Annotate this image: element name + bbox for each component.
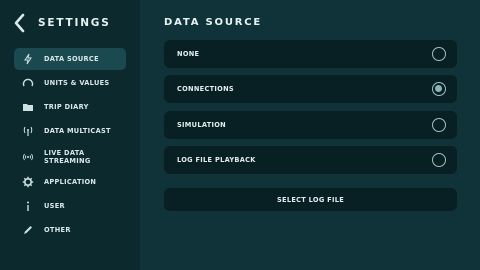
- radio-button[interactable]: [432, 118, 446, 132]
- page-title: DATA SOURCE: [164, 17, 263, 28]
- back-button[interactable]: [12, 12, 28, 34]
- sidebar-item-other[interactable]: OTHER: [14, 219, 126, 241]
- option-label: SIMULATION: [177, 121, 226, 129]
- sidebar-item-label: DATA SOURCE: [44, 55, 99, 63]
- gauge-icon: [22, 77, 34, 89]
- sidebar-item-label: TRIP DIARY: [44, 103, 89, 111]
- sidebar-item-data-source[interactable]: DATA SOURCE: [14, 48, 126, 70]
- streaming-icon: [22, 151, 34, 163]
- pencil-icon: [22, 224, 34, 236]
- sidebar-item-trip-diary[interactable]: TRIP DIARY: [14, 96, 126, 118]
- sidebar-item-user[interactable]: USER: [14, 195, 126, 217]
- radio-button-selected[interactable]: [432, 82, 446, 96]
- chevron-left-icon: [14, 13, 25, 33]
- sidebar-title: SETTINGS: [38, 17, 111, 29]
- radio-dot: [434, 84, 443, 93]
- option-simulation[interactable]: SIMULATION: [164, 111, 457, 139]
- option-log-file-playback[interactable]: LOG FILE PLAYBACK: [164, 146, 457, 174]
- sidebar-item-label: APPLICATION: [44, 178, 97, 186]
- radio-button[interactable]: [432, 153, 446, 167]
- option-label: LOG FILE PLAYBACK: [177, 156, 256, 164]
- option-label: CONNECTIONS: [177, 85, 234, 93]
- sidebar-item-label: UNITS & VALUES: [44, 79, 110, 87]
- gear-icon: [22, 176, 34, 188]
- lightning-icon: [22, 53, 34, 65]
- option-none[interactable]: NONE: [164, 40, 457, 68]
- sidebar-item-data-multicast[interactable]: DATA MULTICAST: [14, 120, 126, 142]
- option-label: NONE: [177, 50, 200, 58]
- sidebar-item-units-values[interactable]: UNITS & VALUES: [14, 72, 126, 94]
- sidebar-item-label: USER: [44, 202, 65, 210]
- sidebar-item-live-data-streaming[interactable]: LIVE DATA STREAMING: [14, 146, 126, 168]
- sidebar-item-label: OTHER: [44, 226, 71, 234]
- sidebar-item-label: DATA MULTICAST: [44, 127, 111, 135]
- radio-button[interactable]: [432, 47, 446, 61]
- info-icon: [22, 200, 34, 212]
- select-log-file-button[interactable]: SELECT LOG FILE: [164, 188, 457, 211]
- broadcast-icon: [22, 125, 34, 137]
- sidebar-header: SETTINGS: [0, 0, 140, 46]
- option-connections[interactable]: CONNECTIONS: [164, 75, 457, 103]
- sidebar-item-application[interactable]: APPLICATION: [14, 171, 126, 193]
- sidebar: SETTINGS DATA SOURCE UNITS & VALUES TRIP…: [0, 0, 140, 270]
- sidebar-item-label: LIVE DATA STREAMING: [44, 149, 91, 165]
- folder-icon: [22, 101, 34, 113]
